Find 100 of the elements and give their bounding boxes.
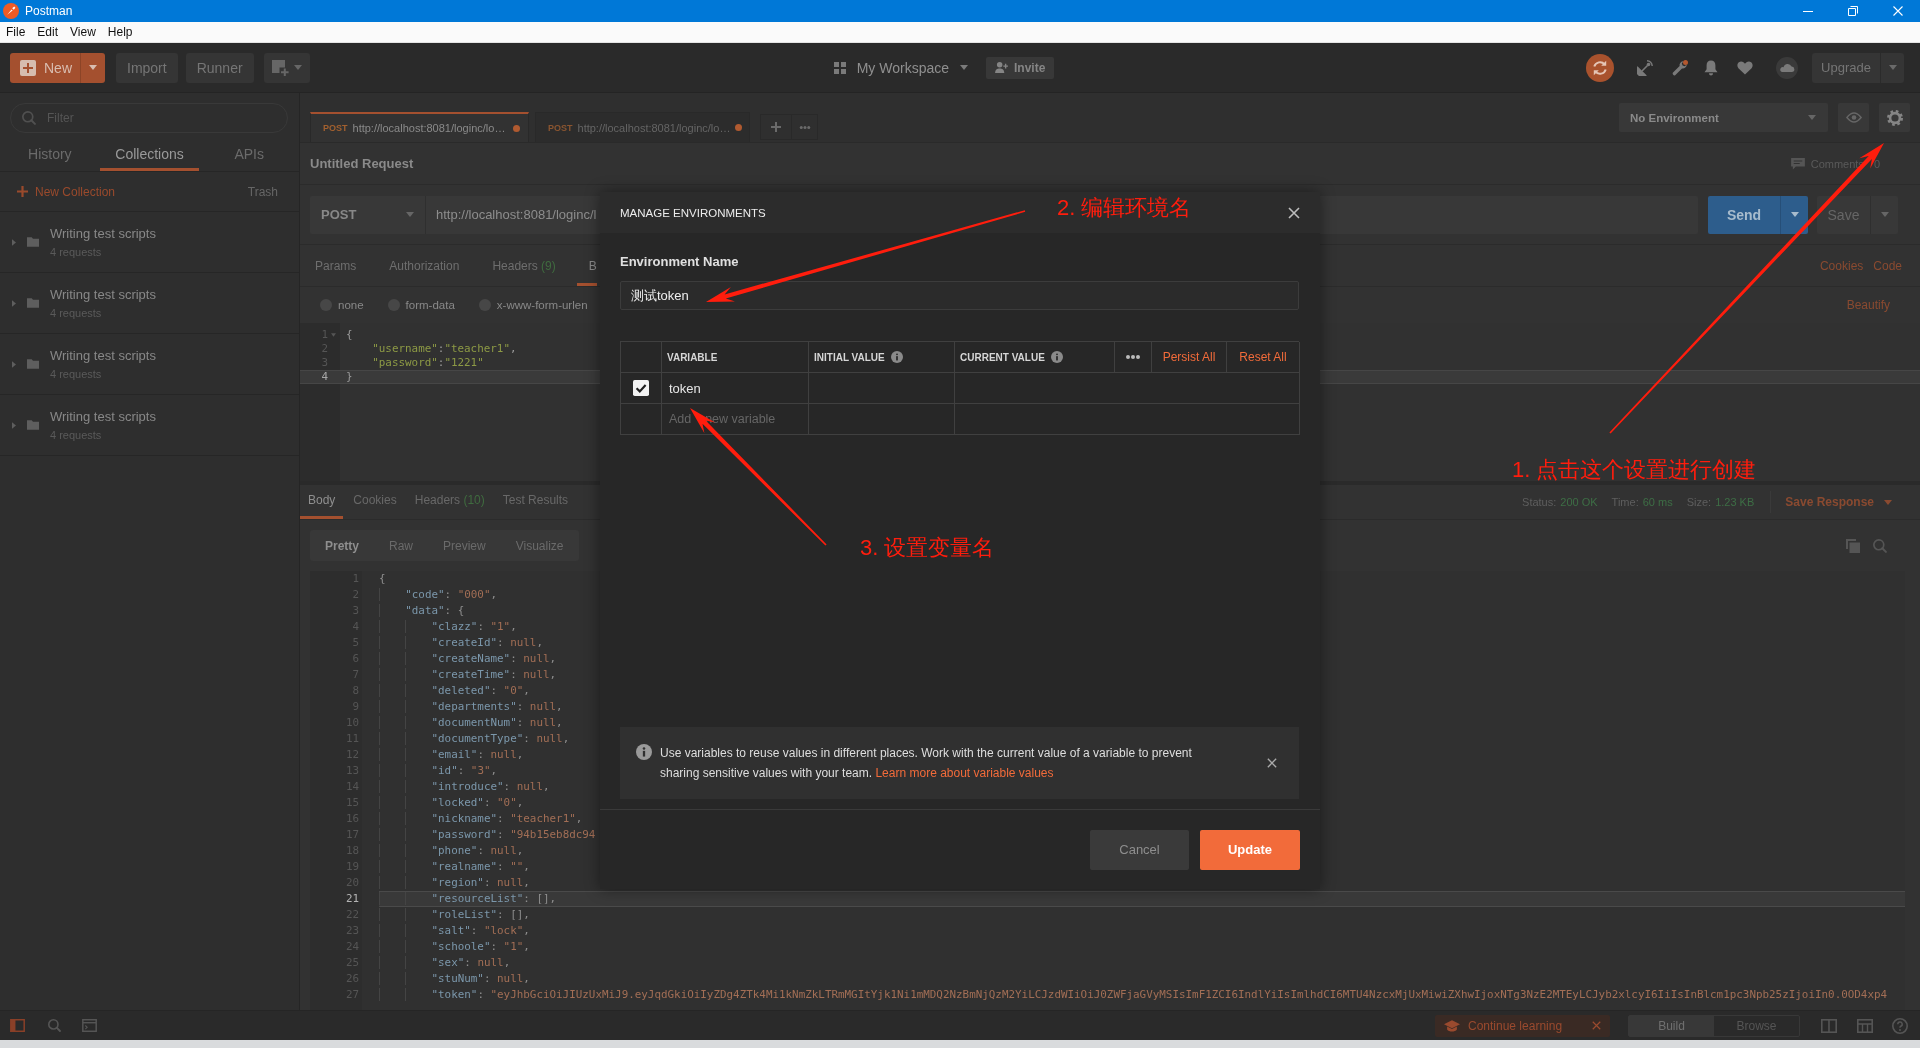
collection-name: Writing test scripts: [50, 287, 156, 302]
save-response-button[interactable]: Save Response: [1785, 495, 1892, 509]
close-icon[interactable]: [1267, 758, 1277, 768]
sidebar-tab[interactable]: Collections: [99, 138, 200, 171]
copy-icon[interactable]: [1846, 538, 1860, 553]
learn-more-link[interactable]: Learn more about variable values: [875, 766, 1054, 780]
environment-quick-look-button[interactable]: [1838, 103, 1869, 132]
close-icon[interactable]: [1288, 206, 1300, 219]
upgrade-button[interactable]: Upgrade: [1812, 52, 1880, 83]
line-number: 4: [320, 370, 328, 384]
info-icon[interactable]: [890, 351, 903, 363]
import-button[interactable]: Import: [116, 52, 178, 83]
menu-item[interactable]: Edit: [31, 25, 65, 39]
eye-icon: [1845, 112, 1862, 123]
annotation-label: 3. 设置变量名: [860, 535, 995, 561]
mode-tab[interactable]: Build: [1629, 1015, 1714, 1036]
code-line: "resourceList": [],: [379, 891, 557, 907]
upgrade-dropdown-button[interactable]: [1880, 52, 1904, 83]
menu-item[interactable]: View: [64, 25, 102, 39]
reset-all-button[interactable]: Reset All: [1239, 350, 1287, 364]
new-window-button[interactable]: [263, 52, 310, 83]
panels-icon[interactable]: [1857, 1018, 1873, 1033]
plus-icon: [20, 59, 36, 76]
heart-icon[interactable]: [1737, 60, 1753, 75]
trash-button[interactable]: Trash: [247, 184, 278, 199]
more-icon: [798, 125, 811, 129]
code-line: "departments": null,: [379, 699, 563, 715]
cloud-icon[interactable]: [1776, 56, 1798, 79]
settings-icon: [1886, 109, 1903, 126]
environment-name-field[interactable]: 测试token: [620, 281, 1299, 310]
minimize-icon[interactable]: [1802, 10, 1813, 12]
window-plus-icon: [271, 59, 289, 76]
runner-button[interactable]: Runner: [185, 52, 254, 83]
request-option-tab[interactable]: Params: [303, 245, 369, 286]
column-header: CURRENT VALUE: [960, 351, 1045, 363]
request-tab[interactable]: POST http://localhost:8081/loginc/lo…: [535, 112, 750, 142]
request-link[interactable]: Code: [1873, 258, 1902, 273]
request-option-tab[interactable]: Authorization: [377, 245, 472, 286]
sidebar-tab[interactable]: History: [0, 138, 100, 171]
sync-icon[interactable]: [1586, 53, 1614, 82]
variable-name-field[interactable]: token: [662, 373, 809, 404]
initial-value-field[interactable]: [809, 404, 955, 435]
menu-item[interactable]: File: [0, 25, 32, 39]
update-button[interactable]: Update: [1200, 829, 1300, 870]
wrench-icon[interactable]: [1672, 59, 1688, 76]
search-icon[interactable]: [1873, 538, 1887, 553]
code-line: "token": "eyJhbGciOiJIUzUxMiJ9.eyJqdGkiOiIyZDg4ZTk4Mi1kNmZkLTRmMGItYjk1Ni1mMDQ2NzBmNjQzM2YiLCJzdWIiOiJ0ZWFjaGVyMSIsImF1ZCI6IndlYiIsImlhdCI6MTU4NzcxMjUxMiwiZXhwIjoxNTg3NzE2MTEyLCJyb2xlcyI6IiIsInBlcm1pc3Npb25zIjoiIn0.0OD4xp4: [379, 987, 1888, 1003]
request-link[interactable]: Cookies: [1819, 258, 1864, 273]
two-pane-icon[interactable]: [1821, 1018, 1837, 1033]
bell-icon[interactable]: [1704, 59, 1718, 76]
response-tab[interactable]: Body: [300, 485, 344, 519]
new-tab-button[interactable]: [760, 114, 792, 140]
send-dropdown-button[interactable]: [1780, 195, 1808, 234]
manage-environments-button[interactable]: [1879, 103, 1910, 132]
request-option-tab[interactable]: B: [576, 245, 597, 286]
send-button[interactable]: Send: [1708, 195, 1780, 234]
body-type-option[interactable]: x-www-form-urlen: [478, 299, 588, 311]
dialog-title: MANAGE ENVIRONMENTS: [620, 206, 766, 219]
caret-icon: [1790, 212, 1799, 217]
plus-icon: [771, 122, 781, 132]
beautify-link[interactable]: Beautify: [1846, 298, 1890, 312]
method-dropdown[interactable]: POST: [310, 195, 425, 234]
satellite-dish-icon[interactable]: [1637, 59, 1653, 76]
more-icon[interactable]: [1126, 355, 1140, 359]
workspace-menu[interactable]: My Workspace: [833, 59, 968, 76]
graduation-cap-icon: [1444, 1019, 1460, 1032]
request-option-tab[interactable]: Headers (9): [480, 245, 568, 286]
caret-right-icon: [12, 299, 16, 307]
code-line: "username":"teacher1",: [371, 342, 517, 356]
more-tabs-button[interactable]: [792, 114, 818, 140]
code-line: "schoole": "1",: [379, 939, 530, 955]
fold-caret-icon[interactable]: [331, 333, 336, 337]
view-mode-tab[interactable]: Pretty: [310, 530, 374, 561]
cancel-button[interactable]: Cancel: [1090, 829, 1189, 870]
body-type-option[interactable]: none: [320, 299, 364, 311]
current-value-field[interactable]: [955, 404, 1300, 435]
request-tab[interactable]: POST http://localhost:8081/loginc/lo…: [310, 112, 529, 142]
new-button[interactable]: New: [10, 52, 80, 83]
current-value-field[interactable]: [955, 373, 1300, 404]
environment-dropdown[interactable]: No Environment: [1619, 103, 1828, 132]
code-line: "password": "94b15eb8dc94: [379, 827, 596, 843]
console-icon[interactable]: [82, 1019, 97, 1032]
folder-icon: [27, 359, 39, 369]
folder-icon: [27, 298, 39, 308]
restore-icon[interactable]: [1847, 6, 1858, 16]
persist-all-button[interactable]: Persist All: [1162, 350, 1216, 364]
caret-icon: [293, 65, 302, 70]
menu-item[interactable]: Help: [101, 25, 139, 39]
sidebar-toggle-icon[interactable]: [10, 1019, 25, 1032]
sidebar-tab[interactable]: APIs: [199, 138, 299, 171]
new-dropdown-button[interactable]: [80, 52, 105, 83]
search-icon[interactable]: [48, 1019, 61, 1032]
help-icon[interactable]: [1892, 1017, 1908, 1034]
initial-value-field[interactable]: [809, 373, 955, 404]
body-type-option[interactable]: form-data: [387, 299, 455, 311]
invite-button[interactable]: Invite: [986, 56, 1055, 79]
continue-learning-button[interactable]: Continue learning: [1435, 1014, 1610, 1037]
info-icon[interactable]: [1050, 351, 1063, 363]
new-collection-button[interactable]: New Collection: [17, 184, 116, 199]
checkbox[interactable]: [633, 380, 649, 396]
